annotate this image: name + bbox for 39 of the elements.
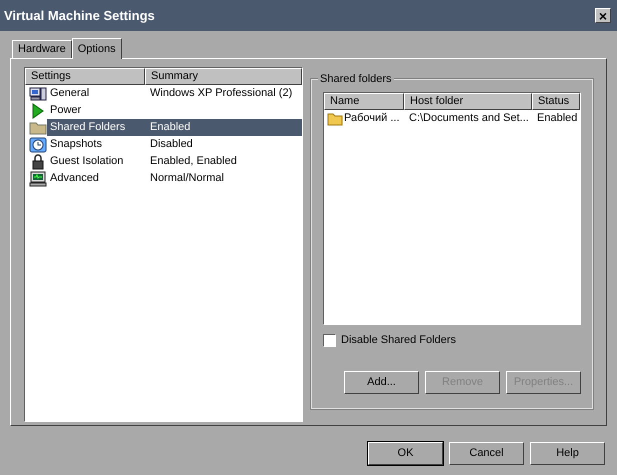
setting-name: General	[49, 86, 90, 102]
setting-name: Power	[49, 103, 82, 118]
computer-icon	[29, 86, 47, 102]
settings-row[interactable]: Snapshots Disabled	[25, 136, 302, 153]
setting-summary: Normal/Normal	[149, 171, 224, 186]
setting-name: Snapshots	[49, 137, 103, 152]
close-button[interactable]: ×	[595, 8, 611, 23]
setting-summary: Windows XP Professional (2)	[149, 86, 292, 102]
settings-row[interactable]: Advanced Normal/Normal	[25, 170, 302, 187]
column-header[interactable]: Summary	[145, 68, 302, 85]
tab[interactable]: Hardware	[12, 40, 72, 58]
column-header[interactable]: Name	[324, 93, 404, 110]
window-title: Virtual Machine Settings	[4, 6, 155, 25]
settings-row[interactable]: General Windows XP Professional (2)	[25, 85, 302, 102]
setting-name: Advanced	[49, 171, 100, 186]
setting-name: Guest Isolation	[49, 154, 124, 170]
terminal-icon	[29, 170, 47, 186]
column-header[interactable]: Settings	[25, 68, 145, 85]
action-button[interactable]: Add...	[344, 370, 419, 394]
settings-row[interactable]: Guest Isolation Enabled, Enabled	[25, 153, 302, 170]
column-header[interactable]: Host folder	[404, 93, 532, 110]
host-folder: C:\Documents and Set...	[408, 111, 530, 126]
dialog-button[interactable]: Help	[530, 442, 605, 465]
tab[interactable]: Options	[72, 38, 122, 59]
dialog-button[interactable]: Cancel	[449, 442, 524, 465]
settings-row[interactable]: Power	[25, 102, 302, 119]
folder-icon	[29, 120, 47, 136]
folder-name: Рабочий ...	[344, 111, 400, 126]
setting-summary: Enabled	[149, 120, 190, 136]
folder-status: Enabled	[536, 111, 578, 126]
dialog-button[interactable]: OK	[368, 442, 443, 465]
column-header[interactable]: Status	[532, 93, 580, 110]
checkbox[interactable]	[323, 334, 336, 347]
clock-icon	[29, 136, 47, 152]
shared-folder-row[interactable]: Рабочий ... C:\Documents and Set... Enabled	[324, 110, 580, 127]
setting-name: Shared Folders	[49, 120, 126, 136]
setting-summary: Disabled	[149, 137, 193, 152]
setting-summary: Enabled, Enabled	[149, 154, 237, 170]
checkbox-label: Disable Shared Folders	[341, 333, 456, 348]
